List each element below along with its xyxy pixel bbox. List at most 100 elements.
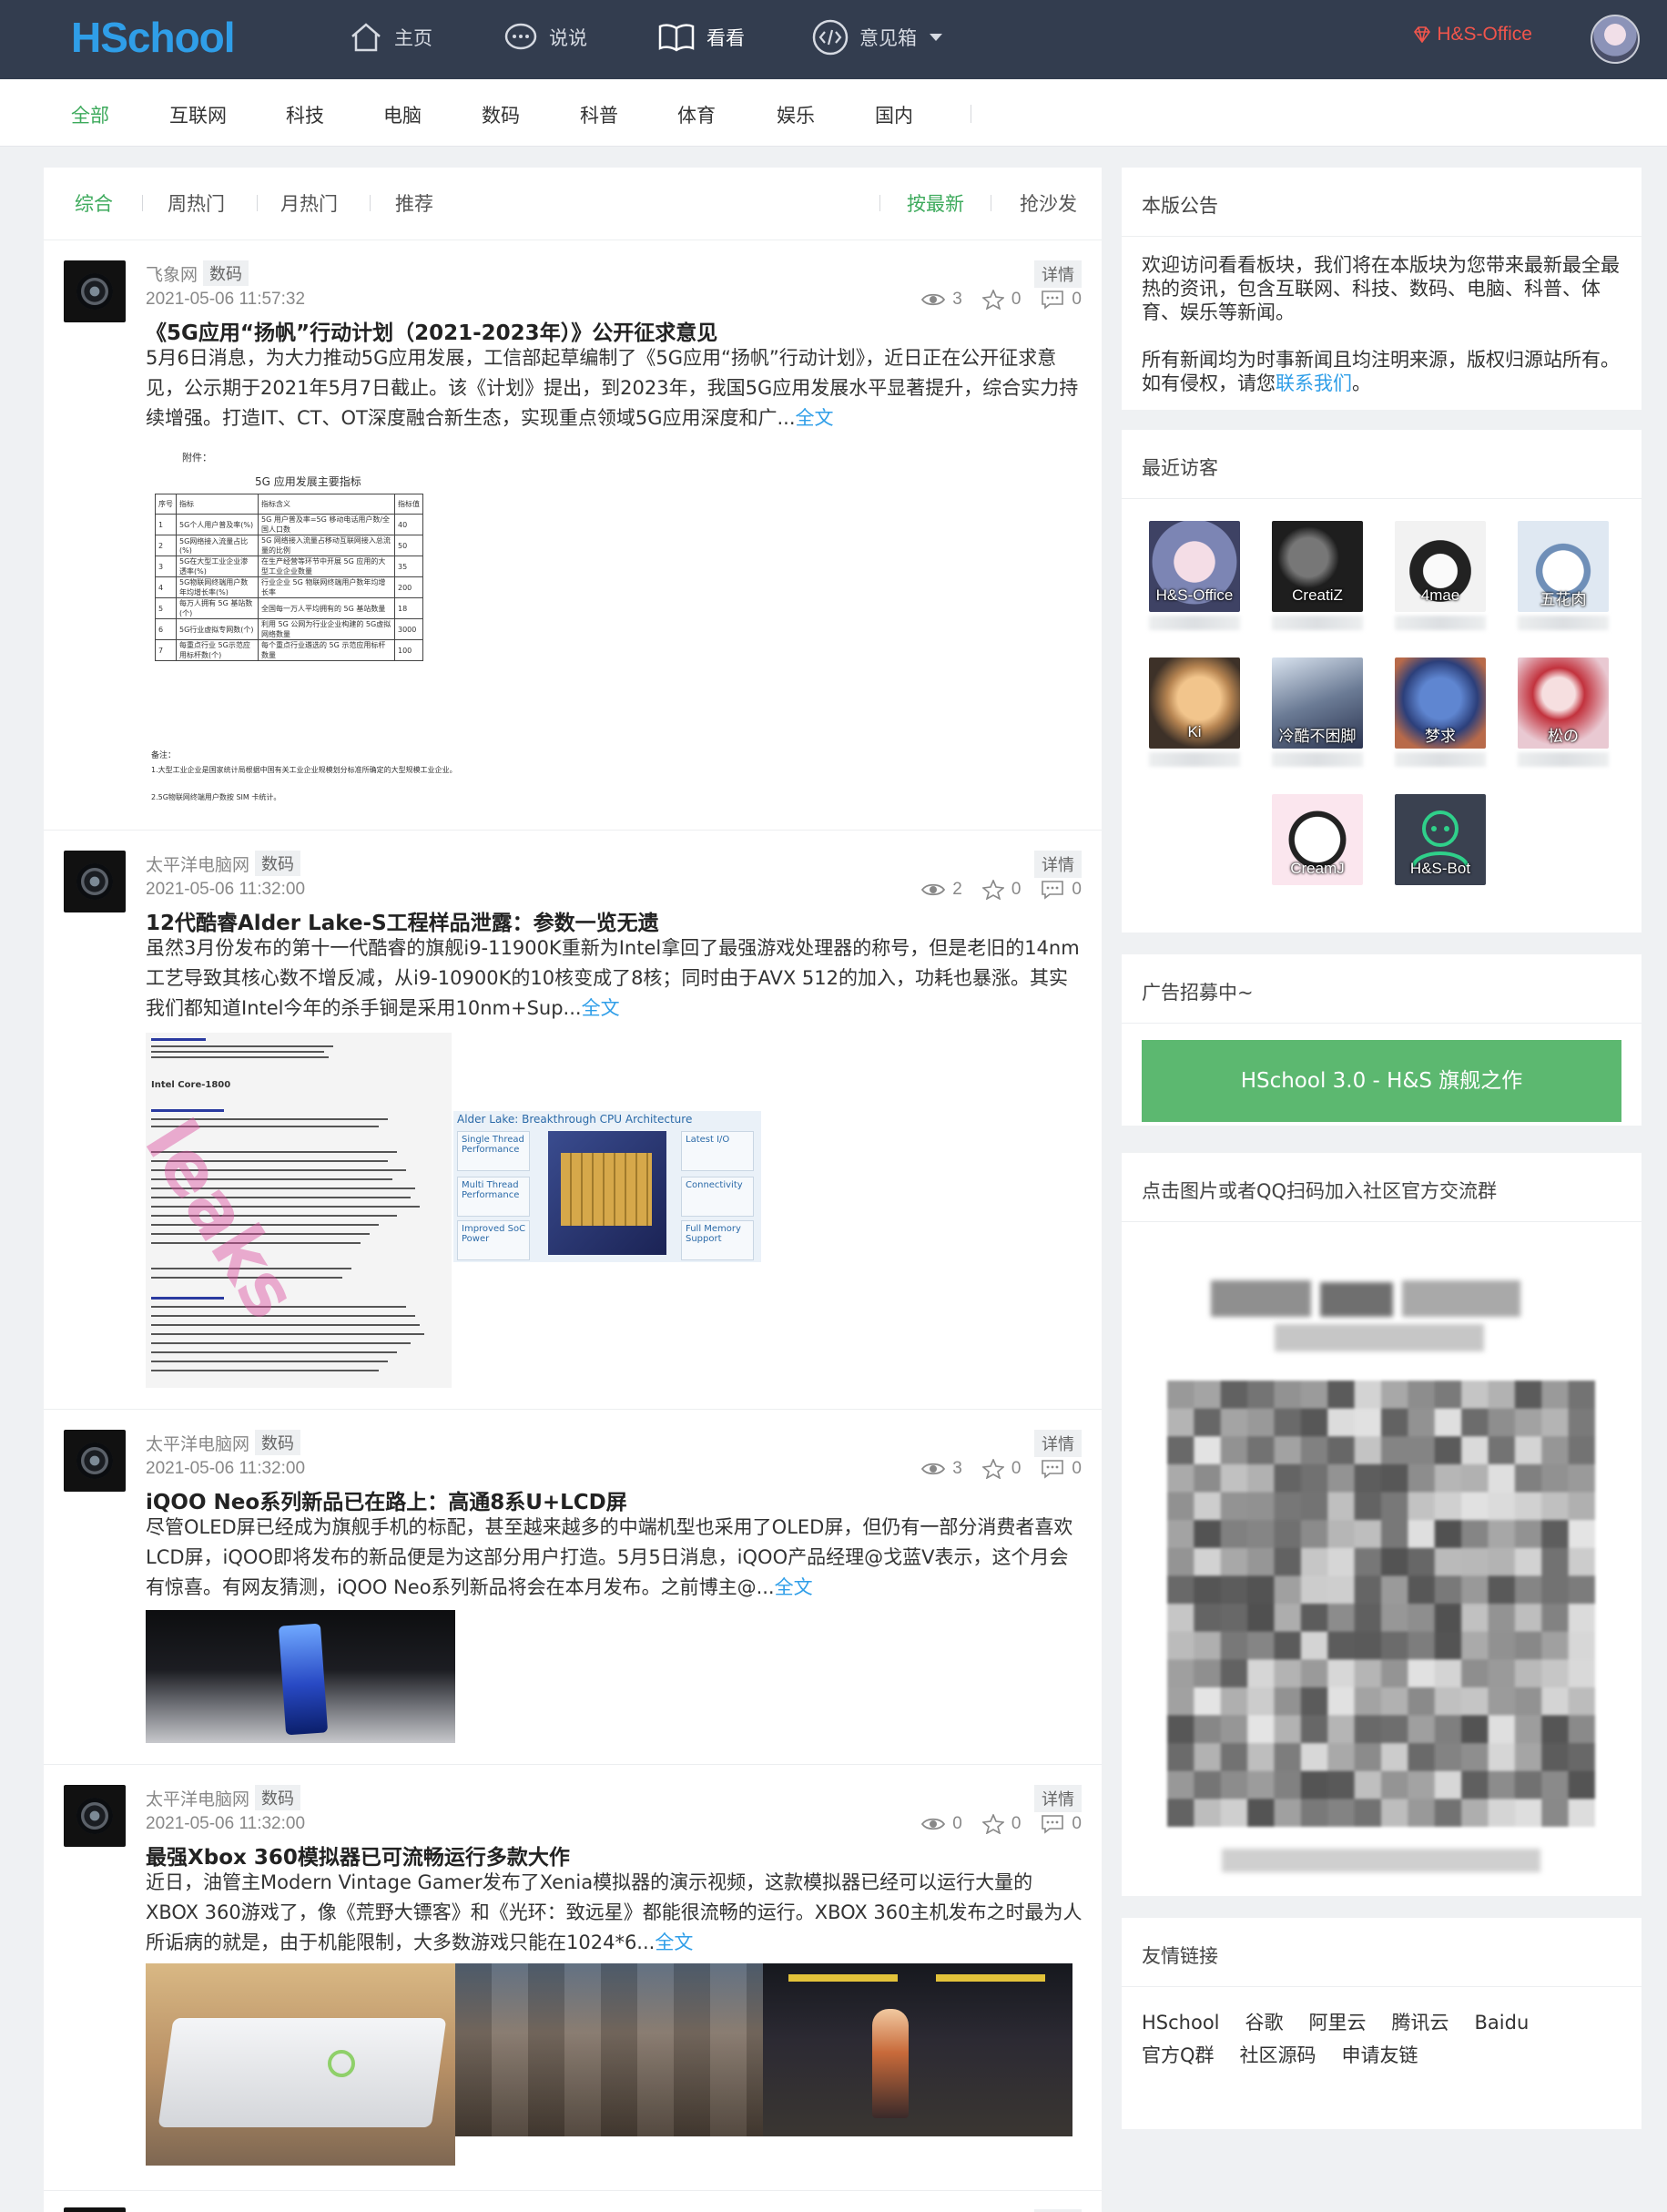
- apply-link-button[interactable]: 申请友链: [1342, 2044, 1418, 2067]
- post-image[interactable]: [146, 1963, 455, 2166]
- stars-count: 0: [1011, 1459, 1022, 1478]
- qr-cell: [1488, 1463, 1516, 1493]
- comments-stat[interactable]: 0: [1041, 1459, 1082, 1479]
- qr-cell: [1381, 1492, 1408, 1521]
- tab-latest[interactable]: 按最新: [907, 189, 964, 217]
- qr-cell: [1381, 1463, 1408, 1493]
- post-title[interactable]: 12代酷睿Alder Lake-S工程样品泄露：参数一览无遗: [146, 905, 659, 936]
- post-image[interactable]: 附件： 5G 应用发展主要指标 序号 指标 指标含义 指标值 1 5G个人用户普及…: [146, 439, 501, 812]
- qr-cell: [1220, 1715, 1248, 1744]
- source-name[interactable]: 太平洋电脑网: [146, 851, 249, 876]
- friend-link[interactable]: 社区源码: [1240, 2044, 1316, 2067]
- post-image[interactable]: [146, 1610, 455, 1743]
- category-domestic[interactable]: 国内: [875, 101, 913, 128]
- friend-link[interactable]: 阿里云: [1309, 2011, 1367, 2034]
- post-image[interactable]: Intel Core-1800 leaks: [146, 1033, 452, 1388]
- qr-cell: [1541, 1492, 1570, 1521]
- user-link[interactable]: H&S-Office: [1413, 24, 1532, 46]
- qr-cell: [1461, 1715, 1489, 1744]
- ad-card: 广告招募中~ HSchool 3.0 - H&S 旗舰之作: [1122, 954, 1642, 1126]
- qr-cell: [1354, 1715, 1382, 1744]
- category-internet[interactable]: 互联网: [169, 101, 227, 128]
- friend-links-title: 友情链接: [1122, 1918, 1642, 1987]
- qq-qr-code[interactable]: [1167, 1381, 1596, 1828]
- friend-link[interactable]: Baidu: [1475, 2011, 1530, 2034]
- qq-group-title: 点击图片或者QQ扫码加入社区官方交流群: [1122, 1153, 1642, 1222]
- read-more-link[interactable]: 全文: [582, 997, 620, 1019]
- category-all[interactable]: 全部: [71, 101, 109, 128]
- qr-cell: [1488, 1604, 1516, 1633]
- source-avatar[interactable]: [64, 1785, 126, 1847]
- read-more-link[interactable]: 全文: [796, 407, 834, 429]
- post-tag[interactable]: 数码: [255, 1430, 301, 1455]
- post-image[interactable]: [455, 1963, 763, 2136]
- post-tag[interactable]: 数码: [255, 1785, 301, 1810]
- comments-stat[interactable]: 0: [1041, 290, 1082, 310]
- category-science[interactable]: 科普: [580, 101, 618, 128]
- nav-home[interactable]: 主页: [349, 18, 432, 56]
- stars-stat[interactable]: 0: [981, 1814, 1022, 1834]
- nav-feedback[interactable]: 意见箱: [812, 18, 955, 56]
- tab-overall[interactable]: 综合: [75, 189, 113, 217]
- contact-us-link[interactable]: 联系我们: [1276, 372, 1352, 394]
- qr-cell: [1461, 1631, 1489, 1660]
- source-name[interactable]: 飞象网: [146, 261, 198, 286]
- friend-link[interactable]: 腾讯云: [1392, 2011, 1449, 2034]
- qr-cell: [1194, 1659, 1222, 1688]
- post-image[interactable]: [763, 1963, 1072, 2136]
- image-text-line: [151, 1333, 424, 1335]
- comments-stat[interactable]: 0: [1041, 880, 1082, 900]
- category-entertainment[interactable]: 娱乐: [777, 101, 815, 128]
- friend-link[interactable]: HSchool: [1142, 2011, 1220, 2034]
- source-avatar[interactable]: [64, 851, 126, 912]
- detail-button[interactable]: 详情: [1034, 851, 1082, 878]
- friend-link[interactable]: 官方Q群: [1142, 2044, 1215, 2067]
- category-tech[interactable]: 科技: [286, 101, 324, 128]
- read-more-link[interactable]: 全文: [775, 1576, 813, 1598]
- table-cell: 5G网络接入流量占比(%): [176, 535, 259, 556]
- detail-button[interactable]: 详情: [1034, 1430, 1082, 1457]
- detail-button[interactable]: 详情: [1034, 260, 1082, 288]
- hschool-ad-button[interactable]: HSchool 3.0 - H&S 旗舰之作: [1142, 1040, 1621, 1122]
- qr-cell: [1194, 1520, 1222, 1549]
- tab-monthly-hot[interactable]: 月热门: [280, 189, 338, 217]
- post-tag[interactable]: 数码: [203, 260, 249, 286]
- star-icon: [981, 1459, 1004, 1479]
- site-logo[interactable]: HSchool: [71, 13, 236, 62]
- stars-stat[interactable]: 0: [981, 290, 1021, 310]
- tab-recommended[interactable]: 推荐: [395, 189, 433, 217]
- category-computer[interactable]: 电脑: [383, 101, 422, 128]
- nav-look[interactable]: 看看: [657, 18, 745, 56]
- qr-cell: [1408, 1659, 1436, 1688]
- table-cell: 200: [394, 576, 423, 598]
- stars-stat[interactable]: 0: [981, 880, 1021, 900]
- comments-stat[interactable]: 0: [1041, 1814, 1082, 1834]
- post-title[interactable]: 《5G应用“扬帆”行动计划（2021-2023年）》公开征求意见: [146, 315, 717, 346]
- post-image[interactable]: Alder Lake: Breakthrough CPU Architectur…: [453, 1111, 761, 1262]
- table-cell: 5G 用户普及率=5G 移动电话用户数/全国人口数: [258, 514, 395, 535]
- qr-cell: [1381, 1436, 1408, 1465]
- nav-talk[interactable]: 说说: [503, 18, 587, 56]
- stars-count: 0: [1011, 1814, 1022, 1833]
- detail-button[interactable]: 详情: [1034, 1785, 1082, 1812]
- stars-stat[interactable]: 0: [981, 1459, 1022, 1479]
- source-avatar[interactable]: [64, 1430, 126, 1492]
- read-more-link[interactable]: 全文: [655, 1932, 693, 1953]
- source-name[interactable]: 太平洋电脑网: [146, 1431, 249, 1455]
- source-name[interactable]: 太平洋电脑网: [146, 1786, 249, 1810]
- source-avatar[interactable]: [64, 260, 126, 322]
- tab-weekly-hot[interactable]: 周热门: [168, 189, 225, 217]
- tab-first-comment[interactable]: 抢沙发: [1020, 189, 1077, 217]
- user-avatar[interactable]: [1591, 15, 1640, 64]
- friend-link[interactable]: 谷歌: [1245, 2011, 1284, 2034]
- source-avatar[interactable]: [64, 2207, 126, 2212]
- qr-cell: [1354, 1408, 1382, 1437]
- post-title[interactable]: 最强Xbox 360模拟器已可流畅运行多款大作: [146, 1840, 570, 1871]
- category-sports[interactable]: 体育: [677, 101, 716, 128]
- qr-cell: [1194, 1381, 1222, 1410]
- post-tag[interactable]: 数码: [255, 851, 301, 876]
- category-digital[interactable]: 数码: [482, 101, 520, 128]
- image-box: Full Memory Support: [681, 1220, 754, 1260]
- qr-cell: [1568, 1659, 1596, 1688]
- post-title[interactable]: iQOO Neo系列新品已在路上：高通8系U+LCD屏: [146, 1484, 627, 1515]
